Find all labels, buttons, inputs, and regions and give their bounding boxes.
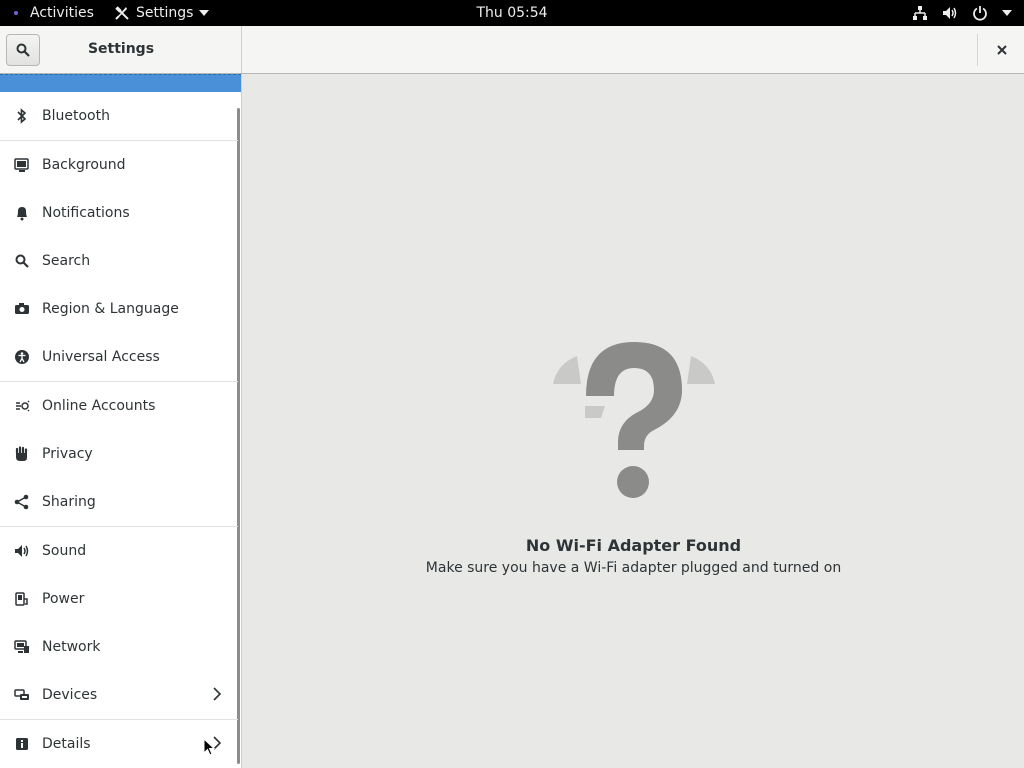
sidebar-item-label: Online Accounts (42, 398, 156, 414)
chevron-down-icon (1002, 10, 1012, 16)
system-tray[interactable] (912, 0, 1012, 26)
activities-label: Activities (30, 5, 94, 21)
activities-dot-icon (14, 11, 18, 15)
sidebar-item-label: Background (42, 157, 126, 173)
search-icon (12, 251, 32, 271)
sidebar-item-label: Universal Access (42, 349, 160, 365)
power-icon (973, 6, 987, 21)
search-button[interactable] (6, 34, 40, 66)
sidebar-item-search[interactable]: Search (0, 237, 238, 285)
sidebar-item-label: Devices (42, 687, 98, 703)
bluetooth-icon (12, 106, 32, 126)
online-accounts-icon (12, 396, 32, 416)
activities-button[interactable]: Activities (14, 0, 94, 26)
devices-icon (12, 685, 32, 705)
sidebar-item-devices[interactable]: Devices (0, 671, 238, 719)
sidebar-item-label: Privacy (42, 446, 93, 462)
sidebar-item-label: Sound (42, 543, 87, 559)
sidebar: Bluetooth Background Notifications Searc… (0, 74, 242, 768)
sidebar-item-label: Details (42, 736, 91, 752)
sidebar-header: Settings (0, 26, 242, 73)
sidebar-item-online-accounts[interactable]: Online Accounts (0, 382, 238, 430)
sidebar-item-label: Notifications (42, 205, 130, 221)
sidebar-item-label: Search (42, 253, 91, 269)
sidebar-item-label: Network (42, 639, 101, 655)
sidebar-item-background[interactable]: Background (0, 141, 238, 189)
power-icon (12, 589, 32, 609)
sidebar-item-sound[interactable]: Sound (0, 527, 238, 575)
sidebar-item-universal-access[interactable]: Universal Access (0, 333, 238, 381)
share-icon (12, 492, 32, 512)
volume-icon (943, 7, 957, 19)
bell-icon (12, 203, 32, 223)
speaker-icon (12, 541, 32, 561)
question-mark-icon (553, 342, 715, 498)
app-menu-label: Settings (136, 5, 194, 21)
camera-icon (12, 299, 32, 319)
empty-state-title: No Wi-Fi Adapter Found (525, 536, 742, 555)
chevron-down-icon (199, 10, 210, 16)
sidebar-item-power[interactable]: Power (0, 575, 238, 623)
chevron-right-icon (213, 687, 222, 701)
sidebar-item-sharing[interactable]: Sharing (0, 478, 238, 526)
background-icon (12, 155, 32, 175)
header-separator (977, 34, 978, 66)
sidebar-item-label: Sharing (42, 494, 96, 510)
network-wired-icon (913, 6, 927, 20)
header-bar: Settings (0, 26, 1024, 74)
tools-icon (115, 6, 129, 20)
sidebar-item-label: Power (42, 591, 85, 607)
sidebar-item-network[interactable]: Network (0, 623, 238, 671)
top-bar: Activities Settings Thu 05:54 (0, 0, 1024, 26)
empty-state-subtitle: Make sure you have a Wi-Fi adapter plugg… (425, 560, 842, 576)
sidebar-item-privacy[interactable]: Privacy (0, 430, 238, 478)
sidebar-item-notifications[interactable]: Notifications (0, 189, 238, 237)
sidebar-item-bluetooth[interactable]: Bluetooth (0, 92, 238, 140)
close-button[interactable] (990, 38, 1014, 62)
sidebar-item-selected[interactable] (0, 74, 241, 92)
app-menu[interactable]: Settings (114, 0, 210, 26)
info-icon (12, 734, 32, 754)
close-icon (997, 45, 1007, 55)
sidebar-item-region-language[interactable]: Region & Language (0, 285, 238, 333)
search-icon (16, 43, 30, 57)
hand-icon (12, 444, 32, 464)
sidebar-item-label: Region & Language (42, 301, 179, 317)
accessibility-icon (12, 347, 32, 367)
sidebar-item-label: Bluetooth (42, 108, 110, 124)
mouse-cursor-icon (203, 738, 215, 756)
main-panel: No Wi-Fi Adapter Found Make sure you hav… (243, 74, 1024, 768)
network-icon (12, 637, 32, 657)
